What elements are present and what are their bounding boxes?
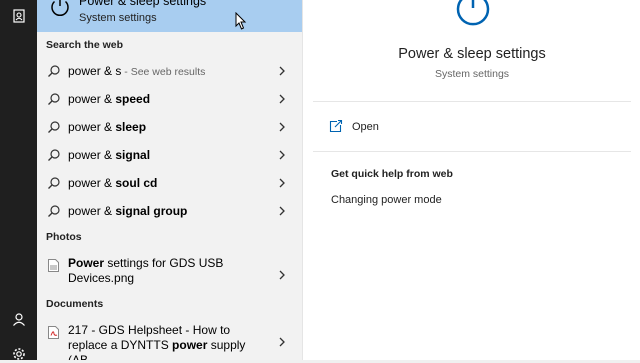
chevron-right-icon[interactable]: [278, 66, 286, 76]
section-header-web: Search the web: [46, 39, 124, 51]
open-action[interactable]: Open: [329, 118, 529, 138]
chevron-right-icon[interactable]: [278, 122, 286, 132]
preview-subtitle: System settings: [434, 68, 510, 80]
quick-help-link[interactable]: Changing power mode: [331, 194, 442, 206]
quick-help-heading: Get quick help from web: [331, 168, 453, 180]
section-header-photos: Photos: [46, 231, 82, 243]
search-icon: [48, 149, 60, 161]
preview-pane: Power & sleep settings System settings O…: [302, 0, 640, 360]
notebook-icon[interactable]: [9, 6, 28, 25]
chevron-right-icon[interactable]: [278, 178, 286, 188]
chevron-right-icon[interactable]: [278, 94, 286, 104]
power-icon: [51, 0, 69, 16]
pdf-file-icon: [48, 326, 59, 339]
divider: [313, 101, 631, 102]
image-file-icon: [48, 259, 59, 272]
web-result-row[interactable]: power & sleep: [37, 113, 302, 141]
chevron-right-icon[interactable]: [278, 270, 286, 280]
web-result-row[interactable]: power & soul cd: [37, 169, 302, 197]
search-icon: [48, 121, 60, 133]
best-match-title: Power & sleep settings: [79, 0, 207, 8]
web-result-row[interactable]: power & speed: [37, 85, 302, 113]
power-icon: [456, 0, 490, 26]
web-result-row[interactable]: power & s - See web results: [37, 57, 302, 85]
mouse-cursor-icon: [235, 12, 247, 30]
start-left-rail: [0, 0, 37, 360]
section-header-documents: Documents: [46, 298, 104, 310]
search-results-pane: Power & sleep settings System settings S…: [37, 0, 302, 360]
document-result-row[interactable]: 217 - GDS Helpsheet - How to replace a D…: [37, 323, 302, 360]
search-icon: [48, 65, 60, 77]
chevron-right-icon[interactable]: [278, 150, 286, 160]
best-match-subtitle: System settings: [79, 12, 157, 24]
chevron-right-icon[interactable]: [278, 337, 286, 347]
best-match-item[interactable]: Power & sleep settings System settings: [37, 0, 302, 32]
open-label: Open: [352, 121, 379, 133]
web-result-row[interactable]: power & signal group: [37, 197, 302, 225]
gear-icon[interactable]: [9, 344, 28, 363]
search-icon: [48, 177, 60, 189]
open-in-icon: [329, 119, 343, 133]
preview-title: Power & sleep settings: [398, 46, 546, 62]
user-icon[interactable]: [9, 309, 28, 328]
photo-result-row[interactable]: Power settings for GDS USB Devices.png: [37, 256, 302, 298]
search-icon: [48, 205, 60, 217]
search-icon: [48, 93, 60, 105]
web-result-row[interactable]: power & signal: [37, 141, 302, 169]
chevron-right-icon[interactable]: [278, 206, 286, 216]
divider: [313, 151, 631, 152]
